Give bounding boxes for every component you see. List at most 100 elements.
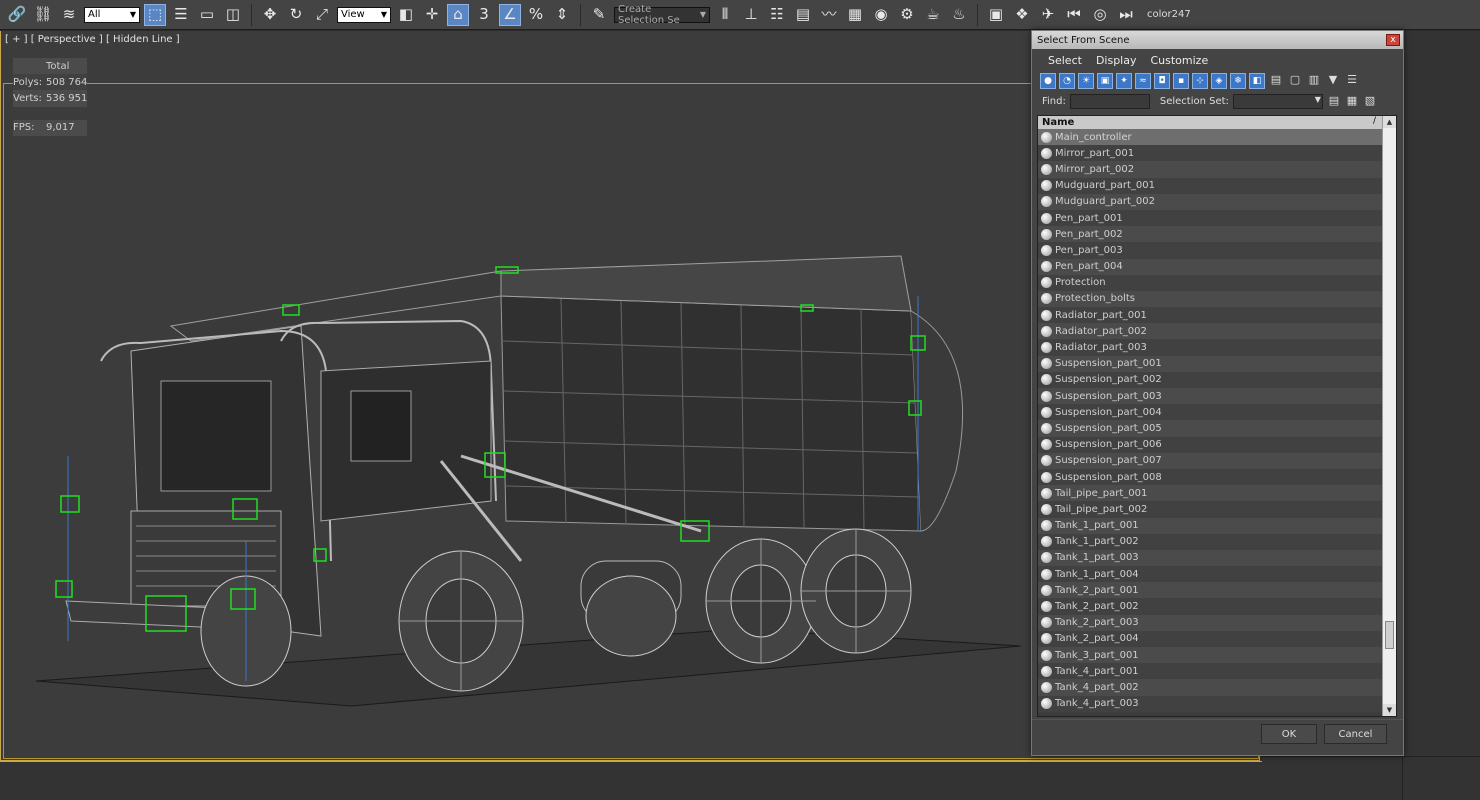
menu-select[interactable]: Select <box>1048 54 1082 67</box>
display-invert-icon[interactable]: ▥ <box>1306 73 1322 89</box>
percent-snap-icon[interactable]: % <box>525 4 547 26</box>
list-item[interactable]: Suspension_part_008 <box>1038 468 1382 486</box>
scroll-down-icon[interactable]: ▼ <box>1383 704 1396 716</box>
list-item[interactable]: Suspension_part_007 <box>1038 452 1382 469</box>
display-xrefs-icon[interactable]: ▪ <box>1173 73 1189 89</box>
list-item[interactable]: Tail_pipe_part_002 <box>1038 501 1382 518</box>
dialog-titlebar[interactable]: Select From Scene x <box>1032 31 1403 49</box>
align-icon[interactable]: ⊥ <box>740 4 762 26</box>
list-item[interactable]: Mudguard_part_001 <box>1038 177 1382 194</box>
curve-editor-icon[interactable]: 〰 <box>818 4 840 26</box>
menu-display[interactable]: Display <box>1096 54 1137 67</box>
reference-coordinate-dropdown[interactable]: View ▼ <box>337 6 391 23</box>
list-item[interactable]: Main_controller <box>1038 129 1382 146</box>
display-groups-icon[interactable]: ◘ <box>1154 73 1170 89</box>
list-item[interactable]: Tank_3_part_001 <box>1038 647 1382 664</box>
rotate-icon[interactable]: ↻ <box>285 4 307 26</box>
list-item[interactable]: Tank_4_part_001 <box>1038 663 1382 680</box>
schematic-view-icon[interactable]: ▦ <box>844 4 866 26</box>
list-item[interactable]: Tank_4_part_002 <box>1038 679 1382 696</box>
key-mode-icon[interactable]: ◎ <box>1089 4 1111 26</box>
angle-snap-icon[interactable]: ∠ <box>499 3 521 26</box>
scroll-thumb[interactable] <box>1385 621 1394 649</box>
list-item[interactable]: Tail_pipe_part_001 <box>1038 485 1382 502</box>
container-icon[interactable]: ▣ <box>985 4 1007 26</box>
list-item[interactable]: Pen_part_004 <box>1038 258 1382 275</box>
display-lights-icon[interactable]: ☀ <box>1078 73 1094 89</box>
list-item[interactable]: Tank_4_part_003 <box>1038 695 1382 712</box>
menu-customize[interactable]: Customize <box>1150 54 1208 67</box>
list-item[interactable]: Mirror_part_002 <box>1038 161 1382 178</box>
truck-wireframe-model[interactable] <box>21 231 1031 711</box>
list-item[interactable]: Tank_1_part_004 <box>1038 566 1382 583</box>
close-icon[interactable]: x <box>1386 34 1400 46</box>
list-item[interactable]: Suspension_part_001 <box>1038 355 1382 372</box>
list-item[interactable]: Radiator_part_001 <box>1038 307 1382 324</box>
next-key-icon[interactable]: ⏭ <box>1115 4 1137 26</box>
display-cameras-icon[interactable]: ▣ <box>1097 73 1113 89</box>
ok-button[interactable]: OK <box>1261 724 1317 744</box>
selection-set-dropdown[interactable]: ▼ <box>1232 93 1323 109</box>
list-item[interactable]: Tank_2_part_004 <box>1038 630 1382 647</box>
list-item[interactable]: Tank_1_part_002 <box>1038 533 1382 550</box>
rendered-frame-window-icon[interactable]: ☕ <box>922 4 944 26</box>
viewport-label[interactable]: [ + ] [ Perspective ] [ Hidden Line ] <box>5 34 180 45</box>
tape-measure-icon[interactable]: ✈ <box>1037 4 1059 26</box>
display-helpers-icon[interactable]: ✦ <box>1116 73 1132 89</box>
list-item[interactable]: Suspension_part_005 <box>1038 420 1382 437</box>
rectangular-selection-icon[interactable]: ▭ <box>196 4 218 26</box>
render-production-icon[interactable]: ♨ <box>948 4 970 26</box>
scale-icon[interactable]: ⤢ <box>311 4 333 26</box>
list-item[interactable]: Suspension_part_003 <box>1038 388 1382 405</box>
render-setup-icon[interactable]: ⚙ <box>896 4 918 26</box>
material-editor-icon[interactable]: ◉ <box>870 4 892 26</box>
list-item[interactable]: Tank_2_part_001 <box>1038 582 1382 599</box>
select-manipulate-icon[interactable]: ✛ <box>421 4 443 26</box>
list-scrollbar[interactable]: ▲ ▼ <box>1382 116 1396 716</box>
unlink-icon[interactable]: ⛓ <box>32 4 54 26</box>
select-object-icon[interactable]: ⬚ <box>144 3 166 26</box>
list-item[interactable]: Mirror_part_001 <box>1038 145 1382 162</box>
display-frozen-icon[interactable]: ❄ <box>1230 73 1246 89</box>
list-item[interactable]: Suspension_part_006 <box>1038 436 1382 453</box>
bind-space-warp-icon[interactable]: ≋ <box>58 4 80 26</box>
list-item[interactable]: Pen_part_003 <box>1038 242 1382 259</box>
mirror-icon[interactable]: ⫴ <box>714 4 736 26</box>
scene-explorer-icon[interactable]: ▤ <box>792 4 814 26</box>
select-by-name-icon[interactable]: ☰ <box>170 4 192 26</box>
list-item[interactable]: Tank_2_part_003 <box>1038 614 1382 631</box>
window-crossing-icon[interactable]: ◫ <box>222 4 244 26</box>
list-item[interactable]: Radiator_part_002 <box>1038 323 1382 340</box>
list-item[interactable]: Pen_part_002 <box>1038 226 1382 243</box>
find-input[interactable] <box>1069 93 1150 109</box>
keyboard-shortcut-override-icon[interactable]: ⌂ <box>447 3 469 26</box>
display-all-icon[interactable]: ▤ <box>1268 73 1284 89</box>
display-none-icon[interactable]: ▢ <box>1287 73 1303 89</box>
move-icon[interactable]: ✥ <box>259 4 281 26</box>
spinner-snap-icon[interactable]: ⇕ <box>551 4 573 26</box>
name-column-header[interactable]: Name / <box>1038 116 1382 129</box>
hierarchy-icon[interactable]: ☰ <box>1344 73 1360 89</box>
new-selection-set-icon[interactable]: ▤ <box>1327 94 1341 108</box>
display-containers-icon[interactable]: ◈ <box>1211 73 1227 89</box>
display-geometry-icon[interactable]: ● <box>1040 73 1056 89</box>
list-item[interactable]: Tank_2_part_002 <box>1038 598 1382 615</box>
display-spacewarps-icon[interactable]: ≈ <box>1135 73 1151 89</box>
scroll-up-icon[interactable]: ▲ <box>1383 116 1396 128</box>
asset-tracking-icon[interactable]: ❖ <box>1011 4 1033 26</box>
list-item[interactable]: Suspension_part_002 <box>1038 371 1382 388</box>
add-to-set-icon[interactable]: ▦ <box>1345 94 1359 108</box>
select-and-link-icon[interactable]: 🔗 <box>6 4 28 26</box>
list-item[interactable]: Protection <box>1038 274 1382 291</box>
list-item[interactable]: Tank_1_part_003 <box>1038 549 1382 567</box>
display-bones-icon[interactable]: ⊹ <box>1192 73 1208 89</box>
remove-from-set-icon[interactable]: ▧ <box>1363 94 1377 108</box>
named-selection-set-dropdown[interactable]: Create Selection Se ▼ <box>614 4 710 26</box>
list-item[interactable]: Protection_bolts <box>1038 290 1382 308</box>
layer-manager-icon[interactable]: ☷ <box>766 4 788 26</box>
previous-key-icon[interactable]: ⏮ <box>1063 4 1085 26</box>
list-item[interactable]: Suspension_part_004 <box>1038 404 1382 421</box>
filter-icon[interactable]: ▼ <box>1325 73 1341 89</box>
list-item[interactable]: Pen_part_001 <box>1038 209 1382 227</box>
cancel-button[interactable]: Cancel <box>1324 724 1387 744</box>
